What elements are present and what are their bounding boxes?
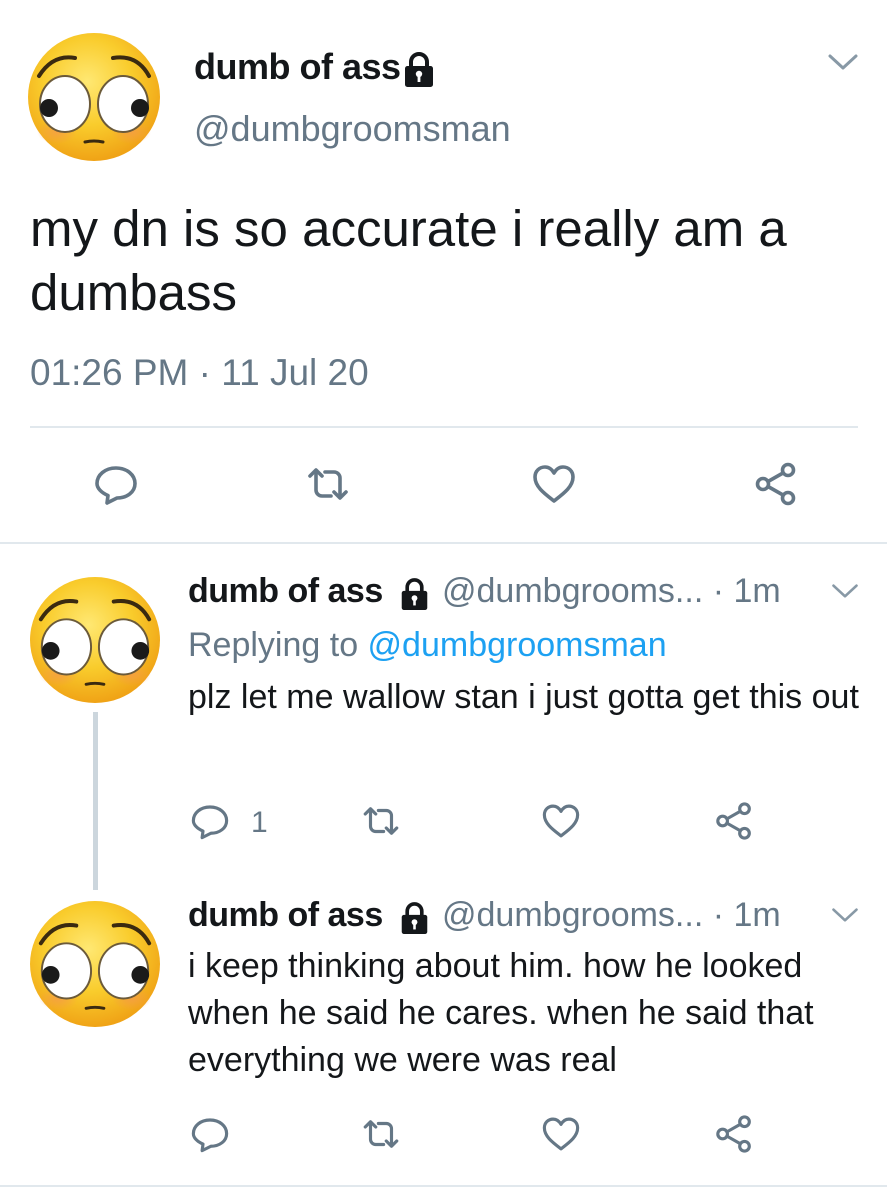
reply-handle-time[interactable]: @dumbgrooms... · 1m <box>442 896 781 935</box>
reply-display-name[interactable]: dumb of ass <box>188 896 383 935</box>
reply-icon[interactable] <box>92 460 140 508</box>
lock-icon <box>399 578 430 611</box>
replying-to: Replying to @dumbgroomsman <box>188 626 667 665</box>
reply-avatar[interactable] <box>29 576 161 704</box>
replying-prefix: Replying to <box>188 626 368 664</box>
divider <box>0 1185 887 1187</box>
reply-count: 1 <box>251 806 268 839</box>
reply-tweet-text: plz let me wallow stan i just gotta get … <box>188 678 859 716</box>
reply-avatar[interactable] <box>29 900 161 1028</box>
retweet-icon[interactable] <box>360 1113 402 1155</box>
reply-handle-time[interactable]: @dumbgrooms... · 1m <box>442 572 781 611</box>
heart-icon[interactable] <box>540 800 582 842</box>
chevron-down-icon[interactable] <box>826 50 860 74</box>
chevron-down-icon[interactable] <box>830 580 860 602</box>
divider <box>0 542 887 544</box>
lock-icon <box>402 52 436 88</box>
main-tweet-timestamp: 01:26 PM · 11 Jul 20 <box>30 352 369 393</box>
heart-icon[interactable] <box>540 1113 582 1155</box>
emoji-face-icon <box>29 900 161 1028</box>
share-icon[interactable] <box>713 800 755 842</box>
emoji-face-icon <box>29 576 161 704</box>
chevron-down-icon[interactable] <box>830 904 860 926</box>
share-icon[interactable] <box>752 460 800 508</box>
emoji-face-icon <box>27 32 161 162</box>
replying-mention-link[interactable]: @dumbgroomsman <box>368 626 667 664</box>
main-tweet-text: my dn is so accurate i really am a dumba… <box>30 200 787 321</box>
thread-line <box>93 712 98 890</box>
reply-icon[interactable] <box>189 800 231 842</box>
retweet-icon[interactable] <box>304 460 352 508</box>
reply-tweet-text: i keep thinking about him. how he looked… <box>188 947 814 1079</box>
retweet-icon[interactable] <box>360 800 402 842</box>
main-handle[interactable]: @dumbgroomsman <box>194 108 511 150</box>
lock-icon <box>399 902 430 935</box>
heart-icon[interactable] <box>530 460 578 508</box>
reply-icon[interactable] <box>189 1113 231 1155</box>
reply-display-name[interactable]: dumb of ass <box>188 572 383 611</box>
main-avatar[interactable] <box>27 32 161 162</box>
main-display-name[interactable]: dumb of ass <box>194 46 401 88</box>
share-icon[interactable] <box>713 1113 755 1155</box>
divider <box>30 426 858 428</box>
